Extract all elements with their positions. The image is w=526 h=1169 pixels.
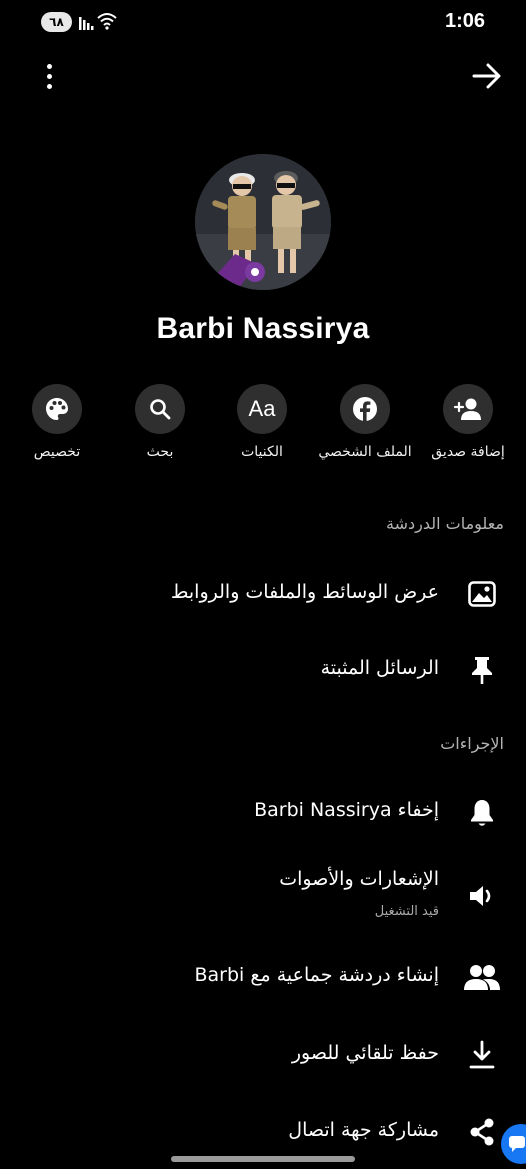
customize-button[interactable]: تخصيص bbox=[2, 384, 112, 460]
signal-icon bbox=[79, 17, 94, 30]
pin-icon bbox=[462, 650, 502, 690]
add-friend-label: إضافة صديق bbox=[431, 444, 505, 460]
search-icon bbox=[135, 384, 185, 434]
add-friend-icon bbox=[443, 384, 493, 434]
profile-avatar[interactable] bbox=[195, 154, 331, 290]
profile-name: Barbi Nassirya bbox=[156, 312, 370, 345]
nicknames-icon: Aa bbox=[237, 384, 287, 434]
media-files-links-label: عرض الوسائط والملفات والروابط bbox=[170, 581, 439, 603]
more-vertical-icon[interactable] bbox=[36, 60, 62, 92]
notifications-status: قيد التشغيل bbox=[374, 904, 439, 919]
chat-bubble-icon bbox=[509, 1136, 525, 1152]
profile-label: الملف الشخصي bbox=[318, 444, 412, 460]
notifications-sounds-row[interactable]: الإشعارات والأصوات قيد التشغيل bbox=[0, 866, 526, 926]
actions-header: الإجراءات bbox=[440, 734, 504, 753]
chat-info-header: معلومات الدردشة bbox=[386, 514, 504, 533]
avatar-photo bbox=[195, 154, 331, 290]
nicknames-label: الكنيات bbox=[241, 444, 283, 460]
mute-row[interactable]: إخفاء Barbi Nassirya bbox=[0, 790, 526, 834]
auto-save-photos-label: حفظ تلقائي للصور bbox=[291, 1042, 439, 1064]
nicknames-button[interactable]: Aa الكنيات bbox=[207, 384, 317, 460]
search-button[interactable]: بحث bbox=[105, 384, 215, 460]
mute-label: إخفاء Barbi Nassirya bbox=[254, 799, 439, 821]
create-group-chat-row[interactable]: إنشاء دردشة جماعية مع Barbi bbox=[0, 955, 526, 999]
palette-icon bbox=[32, 384, 82, 434]
image-icon bbox=[462, 574, 502, 614]
clock: 1:06 bbox=[444, 10, 485, 32]
search-label: بحث bbox=[146, 444, 174, 460]
facebook-icon bbox=[340, 384, 390, 434]
add-friend-button[interactable]: إضافة صديق bbox=[413, 384, 523, 460]
notifications-sounds-label: الإشعارات والأصوات bbox=[279, 868, 439, 890]
share-icon bbox=[462, 1112, 502, 1152]
profile-button[interactable]: الملف الشخصي bbox=[310, 384, 420, 460]
create-group-chat-label: إنشاء دردشة جماعية مع Barbi bbox=[194, 964, 439, 986]
share-contact-row[interactable]: مشاركة جهة اتصال bbox=[0, 1110, 526, 1154]
download-icon bbox=[462, 1035, 502, 1075]
pinned-messages-label: الرسائل المثبتة bbox=[320, 657, 439, 679]
home-indicator[interactable] bbox=[171, 1156, 355, 1162]
battery-icon: ٦٨ bbox=[41, 12, 72, 32]
media-files-links-row[interactable]: عرض الوسائط والملفات والروابط bbox=[0, 572, 526, 616]
speaker-icon bbox=[462, 876, 502, 916]
wifi-icon bbox=[97, 13, 117, 30]
arrow-right-icon[interactable] bbox=[470, 59, 504, 93]
share-contact-label: مشاركة جهة اتصال bbox=[288, 1119, 439, 1141]
bell-icon bbox=[462, 793, 502, 833]
status-bar: ٦٨ 1:06 bbox=[0, 0, 526, 44]
group-icon bbox=[462, 957, 502, 997]
pinned-messages-row[interactable]: الرسائل المثبتة bbox=[0, 648, 526, 692]
customize-label: تخصيص bbox=[33, 444, 81, 460]
auto-save-photos-row[interactable]: حفظ تلقائي للصور bbox=[0, 1033, 526, 1077]
